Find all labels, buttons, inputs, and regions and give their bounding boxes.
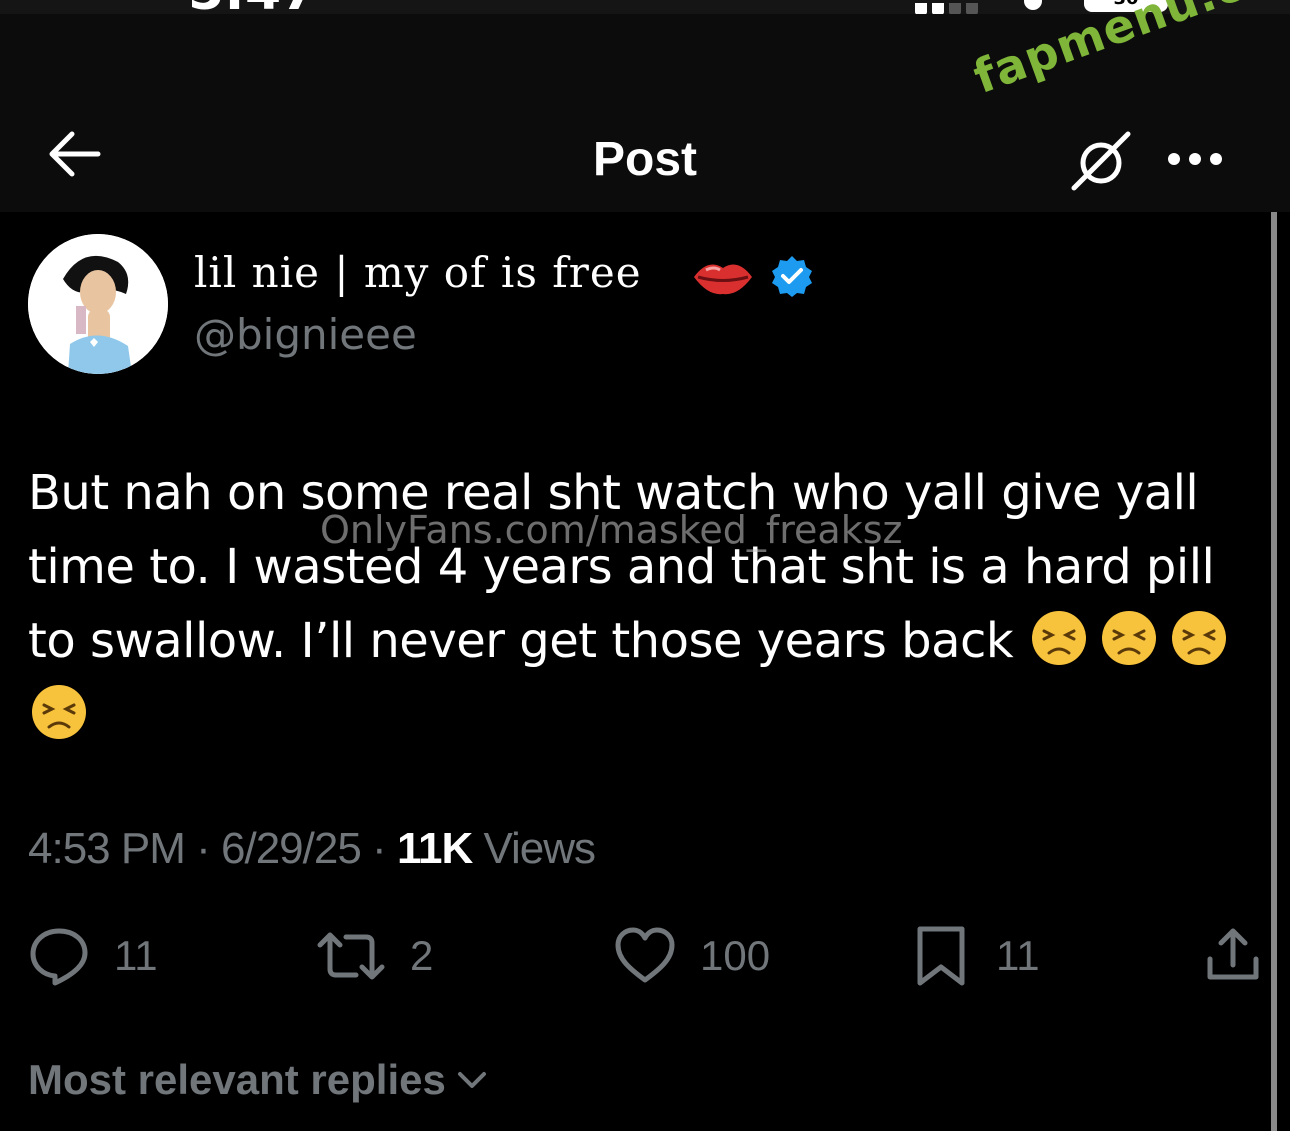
tweet-date: 6/29/25: [221, 824, 362, 873]
reply-icon: [30, 928, 88, 986]
bookmark-button[interactable]: 11: [910, 924, 1040, 988]
repost-button[interactable]: 2: [316, 924, 433, 988]
share-button[interactable]: [1202, 924, 1264, 988]
persevering-face-emoji: [1101, 611, 1156, 665]
tweet-time: 4:53 PM: [28, 824, 186, 873]
repost-count: 2: [410, 932, 434, 979]
meta-separator: ·: [196, 824, 211, 873]
share-icon: [1207, 928, 1259, 980]
author-display-name[interactable]: lil nie | my of is free: [194, 248, 642, 297]
replies-sort-dropdown[interactable]: Most relevant replies: [28, 1056, 490, 1104]
reply-count: 11: [114, 932, 158, 979]
persevering-face-emoji: [32, 685, 86, 739]
avatar-illustration: [28, 234, 168, 374]
heart-icon: [615, 927, 675, 983]
persevering-face-emoji: [1171, 611, 1226, 665]
verified-badge-icon: [772, 256, 812, 297]
like-button[interactable]: 100: [614, 924, 770, 988]
reply-button[interactable]: 11: [28, 924, 158, 988]
more-horizontal-icon: [1168, 153, 1222, 165]
avatar[interactable]: [28, 234, 168, 374]
scrollbar[interactable]: [1271, 212, 1277, 1131]
like-count: 100: [700, 932, 771, 979]
grok-button[interactable]: [1066, 126, 1136, 196]
more-options-button[interactable]: [1160, 144, 1230, 174]
author-handle[interactable]: @bignieee: [194, 310, 417, 359]
views-label: Views: [483, 824, 596, 873]
tweet-text: But nah on some real sht watch who yall …: [28, 456, 1258, 752]
lips-emoji: [694, 264, 752, 295]
chevron-down-icon: [457, 1072, 486, 1088]
bookmark-icon: [917, 926, 965, 986]
views-count: 11K: [396, 824, 473, 873]
persevering-face-emoji: [1031, 611, 1086, 665]
grok-icon: [1071, 131, 1131, 191]
meta-separator: ·: [372, 824, 387, 873]
onlyfans-watermark: OnlyFans.com/masked_freaksz: [320, 508, 903, 552]
repost-icon: [317, 932, 385, 980]
bookmark-count: 11: [996, 932, 1040, 979]
wifi-icon: [1024, 0, 1042, 10]
tweet-meta: 4:53 PM · 6/29/25 · 11K Views: [28, 824, 596, 874]
replies-sort-label: Most relevant replies: [28, 1056, 446, 1103]
